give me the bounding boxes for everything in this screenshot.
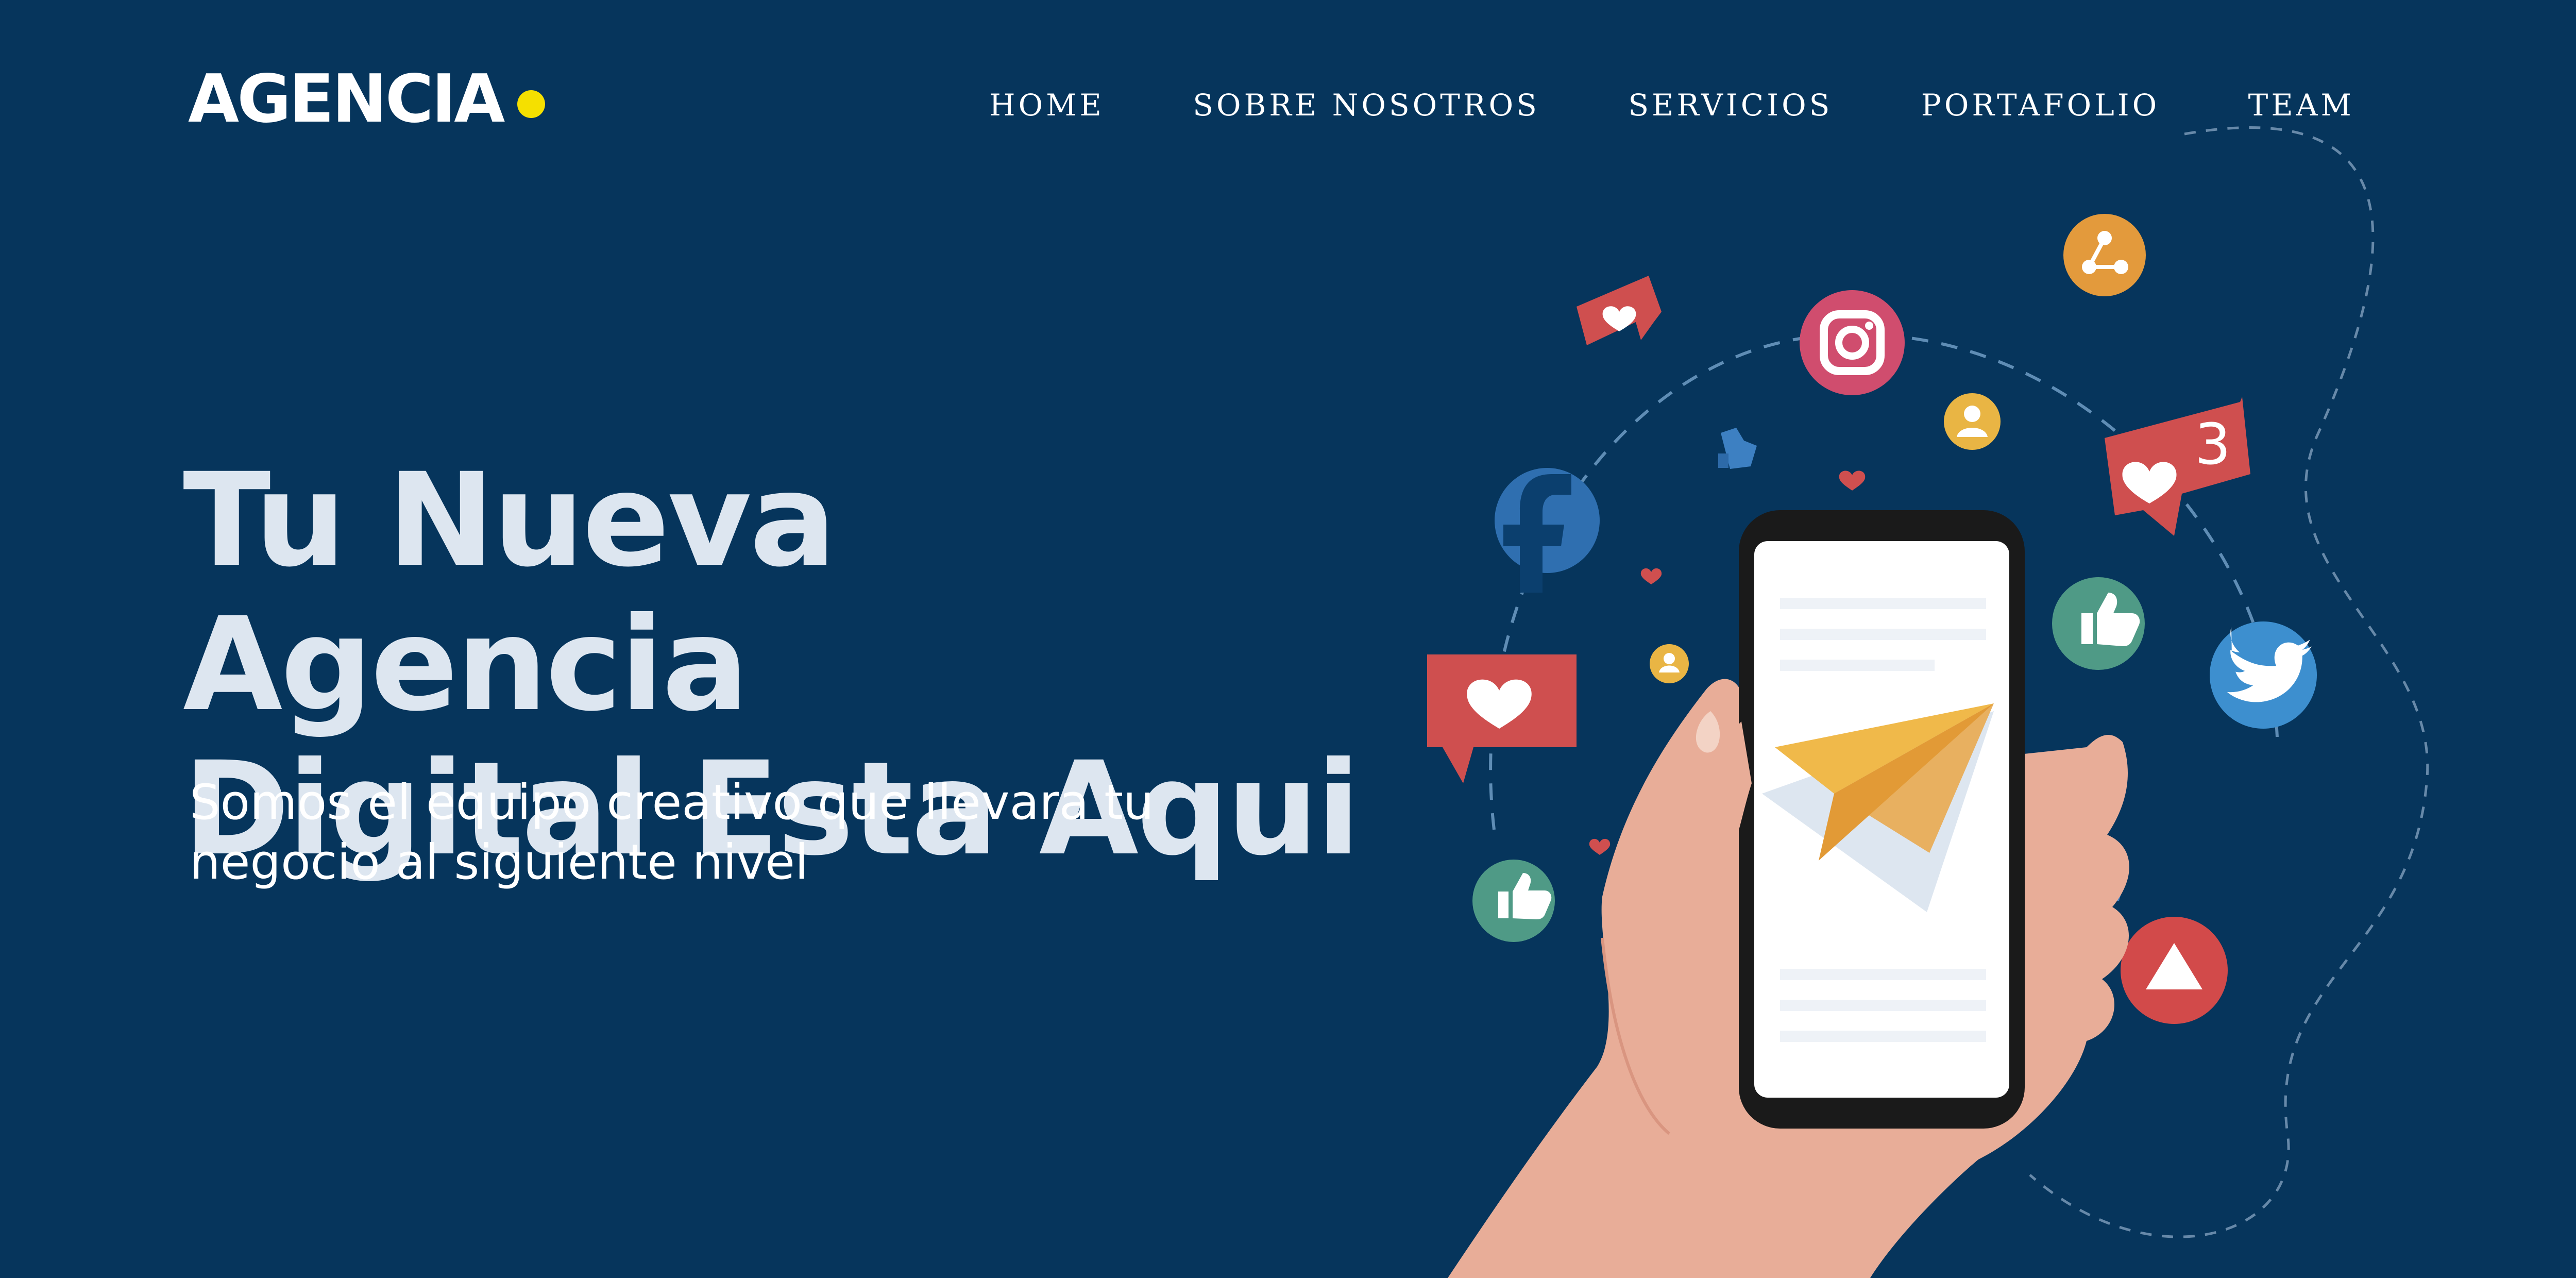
heart-bubble-small-icon [1577,276,1662,345]
share-icon [2063,214,2146,296]
twitter-icon [2210,621,2317,729]
heart-bubble-large-icon [1427,654,1577,783]
user-icon [1944,393,2001,450]
youtube-icon [2121,917,2228,1024]
facebook-icon [1495,468,1600,593]
user-small-icon [1650,644,1689,683]
hero-subtitle-line1: Somos el equipo creativo que llevara tu [190,775,1154,831]
brand-dot [517,90,546,118]
like-green-icon [2052,577,2145,670]
like-green-bottom-icon [1472,860,1555,942]
nav-home[interactable]: HOME [989,88,1105,123]
hero-subtitle: Somos el equipo creativo que llevara tu … [190,773,1220,893]
hero-subtitle-line2: negocio al siguiente nivel [190,834,809,890]
hero-illustration: 3 [1381,103,2576,1278]
heart-tiny-icon-2 [1640,568,1662,584]
heart-tiny-icon-1 [1839,470,1866,491]
brand-logo[interactable]: AGENCIA [188,61,546,138]
brand-name: AGENCIA [188,61,505,138]
social-media-illustration: 3 [1427,126,2429,1278]
landing-page: AGENCIA HOME SOBRE NOSOTROS SERVICIOS PO… [0,0,2576,1278]
hero-title-line1: Tu Nueva Agencia [183,445,837,739]
like-small-icon [1718,428,1757,469]
instagram-icon [1800,290,1905,395]
heart-tiny-icon-3 [1589,838,1611,855]
notification-count: 3 [2195,411,2231,477]
heart-bubble-notification-icon: 3 [2105,397,2250,536]
